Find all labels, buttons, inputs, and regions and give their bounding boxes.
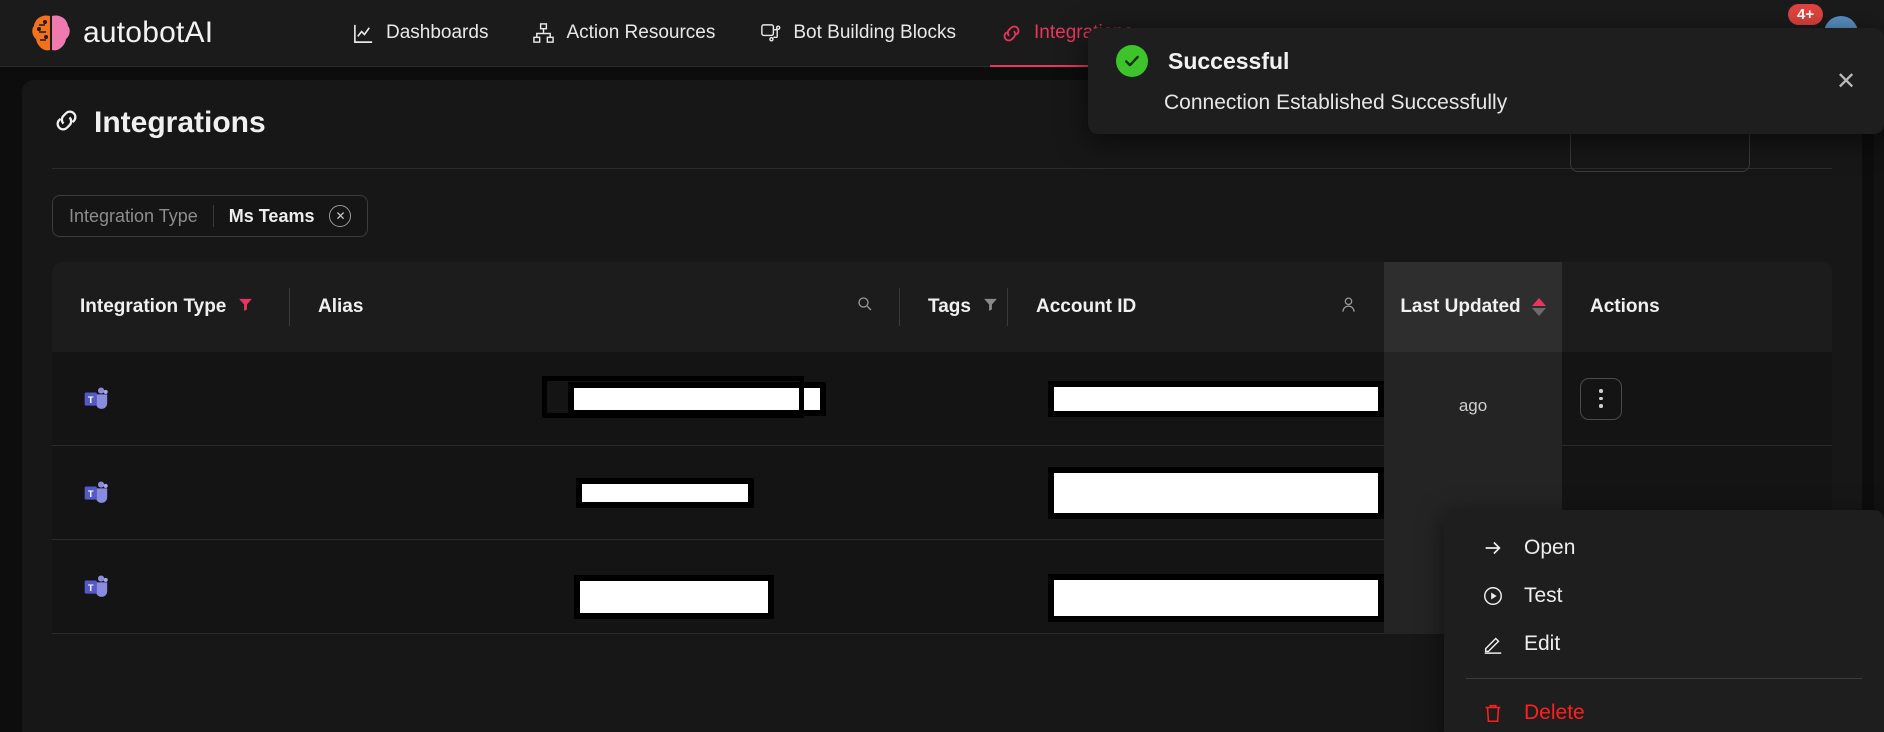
column-header-actions: Actions bbox=[1562, 262, 1722, 352]
menu-item-open[interactable]: Open bbox=[1444, 524, 1884, 572]
toast-message: Connection Established Successfully bbox=[1088, 77, 1884, 115]
brand-name: autobotAI bbox=[83, 16, 213, 50]
alias-redaction bbox=[574, 575, 774, 619]
play-circle-icon bbox=[1482, 585, 1504, 607]
column-header-tags[interactable]: Tags bbox=[900, 262, 1008, 352]
sort-ascending-icon bbox=[1532, 298, 1546, 306]
nav-label-dashboards: Dashboards bbox=[386, 22, 488, 44]
last-updated-value: ago bbox=[1459, 396, 1487, 416]
menu-item-delete[interactable]: Delete bbox=[1444, 689, 1884, 732]
cell-actions bbox=[1562, 352, 1722, 446]
cell-tags bbox=[900, 540, 1008, 634]
chart-line-icon bbox=[352, 22, 375, 45]
filter-icon-active[interactable] bbox=[237, 296, 254, 319]
alias-redaction bbox=[576, 478, 754, 508]
autobotai-brain-logo bbox=[30, 13, 72, 53]
nav-item-bot-building-blocks[interactable]: Bot Building Blocks bbox=[737, 0, 978, 67]
pencil-icon bbox=[1482, 633, 1504, 655]
account-redaction bbox=[1048, 467, 1384, 519]
menu-item-test[interactable]: Test bbox=[1444, 572, 1884, 620]
cell-tags bbox=[900, 352, 1008, 446]
cell-account-id bbox=[1008, 540, 1384, 634]
filter-icon[interactable] bbox=[982, 296, 999, 319]
person-icon[interactable] bbox=[1339, 295, 1358, 320]
menu-label-open: Open bbox=[1524, 536, 1575, 560]
kebab-dot bbox=[1599, 404, 1603, 408]
cell-alias bbox=[290, 446, 900, 540]
toast-header: Successful bbox=[1088, 28, 1884, 77]
filter-chip-divider bbox=[213, 205, 214, 227]
menu-label-edit: Edit bbox=[1524, 632, 1560, 656]
cell-tags bbox=[900, 446, 1008, 540]
nav-item-dashboards[interactable]: Dashboards bbox=[330, 0, 510, 67]
page-title-link-icon bbox=[52, 106, 81, 140]
sitemap-icon bbox=[532, 22, 555, 45]
column-label-alias: Alias bbox=[318, 296, 363, 318]
column-header-account-id[interactable]: Account ID bbox=[1008, 262, 1384, 352]
check-circle-icon bbox=[1116, 45, 1148, 77]
cell-integration-type: T bbox=[52, 540, 290, 634]
brand-logo-area[interactable]: autobotAI bbox=[0, 13, 330, 53]
column-header-alias[interactable]: Alias bbox=[290, 262, 900, 352]
page-title-text: Integrations bbox=[94, 106, 266, 140]
menu-label-delete: Delete bbox=[1524, 701, 1585, 725]
column-label-actions: Actions bbox=[1590, 296, 1660, 318]
nav-item-action-resources[interactable]: Action Resources bbox=[510, 0, 737, 67]
svg-text:T: T bbox=[88, 582, 94, 592]
menu-item-edit[interactable]: Edit bbox=[1444, 620, 1884, 668]
nav-items: Dashboards Action Resources bbox=[330, 0, 1155, 67]
column-label-tags: Tags bbox=[928, 296, 971, 318]
close-icon[interactable]: ✕ bbox=[1836, 72, 1858, 94]
account-redaction bbox=[1048, 381, 1384, 417]
filter-chip-value: Ms Teams bbox=[229, 206, 315, 227]
column-label-integration-type: Integration Type bbox=[80, 296, 226, 318]
page-header-action-button[interactable] bbox=[1570, 128, 1750, 172]
column-label-last-updated: Last Updated bbox=[1400, 296, 1520, 318]
actions-dropdown-menu: Open Test Edit bbox=[1444, 510, 1884, 732]
filter-chip-label: Integration Type bbox=[69, 206, 198, 227]
cell-last-updated: ago bbox=[1384, 352, 1562, 446]
table-row[interactable]: T ago bbox=[52, 352, 1832, 446]
filter-chip-integration-type[interactable]: Integration Type Ms Teams ✕ bbox=[52, 195, 368, 237]
cell-integration-type: T bbox=[52, 446, 290, 540]
trash-icon bbox=[1482, 702, 1504, 724]
search-icon[interactable] bbox=[856, 295, 874, 319]
circle-x-icon[interactable]: ✕ bbox=[329, 205, 351, 227]
nav-label-bot-building-blocks: Bot Building Blocks bbox=[793, 22, 956, 44]
toast-notification: Successful Connection Established Succes… bbox=[1088, 28, 1884, 134]
column-label-account-id: Account ID bbox=[1036, 296, 1136, 318]
kebab-dot bbox=[1599, 397, 1603, 401]
toast-title: Successful bbox=[1168, 48, 1289, 75]
cell-integration-type: T bbox=[52, 352, 290, 446]
cell-alias bbox=[290, 540, 900, 634]
nav-label-action-resources: Action Resources bbox=[566, 22, 715, 44]
app-root: autobotAI Dashboards Action Res bbox=[0, 0, 1884, 732]
menu-label-test: Test bbox=[1524, 584, 1563, 608]
notification-badge: 4+ bbox=[1788, 4, 1823, 25]
cell-account-id bbox=[1008, 352, 1384, 446]
svg-text:T: T bbox=[88, 488, 94, 498]
bot-blocks-icon bbox=[759, 22, 782, 45]
ms-teams-icon: T bbox=[80, 478, 110, 508]
kebab-dot bbox=[1599, 389, 1603, 393]
menu-separator bbox=[1466, 678, 1862, 679]
link-icon bbox=[1000, 22, 1023, 45]
account-redaction bbox=[1048, 574, 1384, 622]
cell-alias bbox=[290, 352, 900, 446]
kebab-menu-icon[interactable] bbox=[1580, 378, 1622, 420]
ms-teams-icon: T bbox=[80, 572, 110, 602]
sort-icon[interactable] bbox=[1532, 298, 1546, 316]
alias-redaction-outline bbox=[542, 376, 804, 418]
cell-account-id bbox=[1008, 446, 1384, 540]
arrow-right-icon bbox=[1482, 537, 1504, 559]
sort-descending-icon bbox=[1532, 308, 1546, 316]
filter-bar: Integration Type Ms Teams ✕ bbox=[22, 169, 1862, 237]
column-header-integration-type[interactable]: Integration Type bbox=[52, 262, 290, 352]
ms-teams-icon: T bbox=[80, 384, 110, 414]
table-header-row: Integration Type Alias bbox=[52, 262, 1832, 352]
svg-text:T: T bbox=[88, 394, 94, 404]
column-header-last-updated[interactable]: Last Updated bbox=[1384, 262, 1562, 352]
